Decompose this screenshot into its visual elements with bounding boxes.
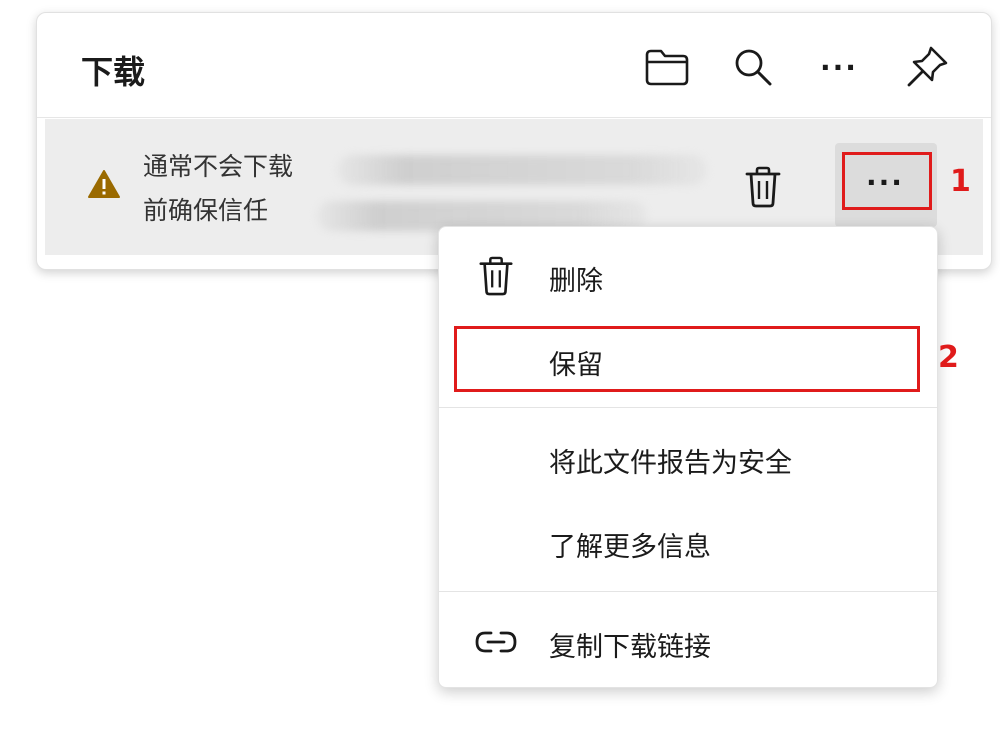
folder-icon: [645, 49, 689, 86]
delete-download-button[interactable]: [735, 159, 791, 215]
pin-button[interactable]: [897, 39, 957, 95]
download-item-text: 通常不会下载 前确保信任: [143, 145, 293, 233]
annotation-number-1: 1: [950, 164, 971, 199]
trash-icon: [745, 166, 781, 208]
menu-item-report-safe[interactable]: 将此文件报告为安全: [439, 425, 937, 493]
trash-icon: [473, 253, 519, 299]
search-icon: [735, 49, 772, 86]
search-button[interactable]: [723, 39, 783, 95]
panel-title: 下载: [81, 53, 146, 91]
menu-item-label: 复制下载链接: [549, 632, 711, 663]
open-folder-button[interactable]: [637, 39, 697, 95]
link-icon: [473, 619, 519, 665]
redacted-filename: [337, 155, 707, 185]
menu-item-label: 删除: [549, 266, 603, 297]
download-context-menu: 删除 保留 将此文件报告为安全 了解更多信息 复制下载链接: [438, 226, 938, 688]
more-icon: ···: [820, 50, 858, 84]
menu-item-label: 将此文件报告为安全: [549, 448, 792, 479]
more-icon: ···: [866, 165, 904, 199]
menu-item-copy-link[interactable]: 复制下载链接: [439, 609, 937, 677]
menu-item-learn-more[interactable]: 了解更多信息: [439, 509, 937, 577]
menu-item-label: 保留: [549, 350, 603, 381]
download-item-more-button[interactable]: ···: [835, 143, 937, 227]
menu-item-label: 了解更多信息: [549, 532, 711, 563]
warning-icon: [88, 170, 120, 198]
menu-item-keep[interactable]: 保留: [439, 327, 937, 395]
pin-icon: [907, 46, 948, 87]
screenshot-stage: 下载 ··· 通常不会下载 前确保信任 ··· 1 删除 保留 将此文件报告为安…: [0, 0, 1000, 732]
annotation-number-2: 2: [938, 340, 959, 375]
menu-item-delete[interactable]: 删除: [439, 243, 937, 311]
download-item-line2: 前确保信任: [143, 196, 269, 225]
more-options-button[interactable]: ···: [809, 39, 869, 95]
download-item-line1: 通常不会下载: [143, 152, 294, 181]
panel-header: 下载 ···: [37, 13, 991, 118]
menu-separator: [439, 407, 937, 408]
menu-separator: [439, 591, 937, 592]
